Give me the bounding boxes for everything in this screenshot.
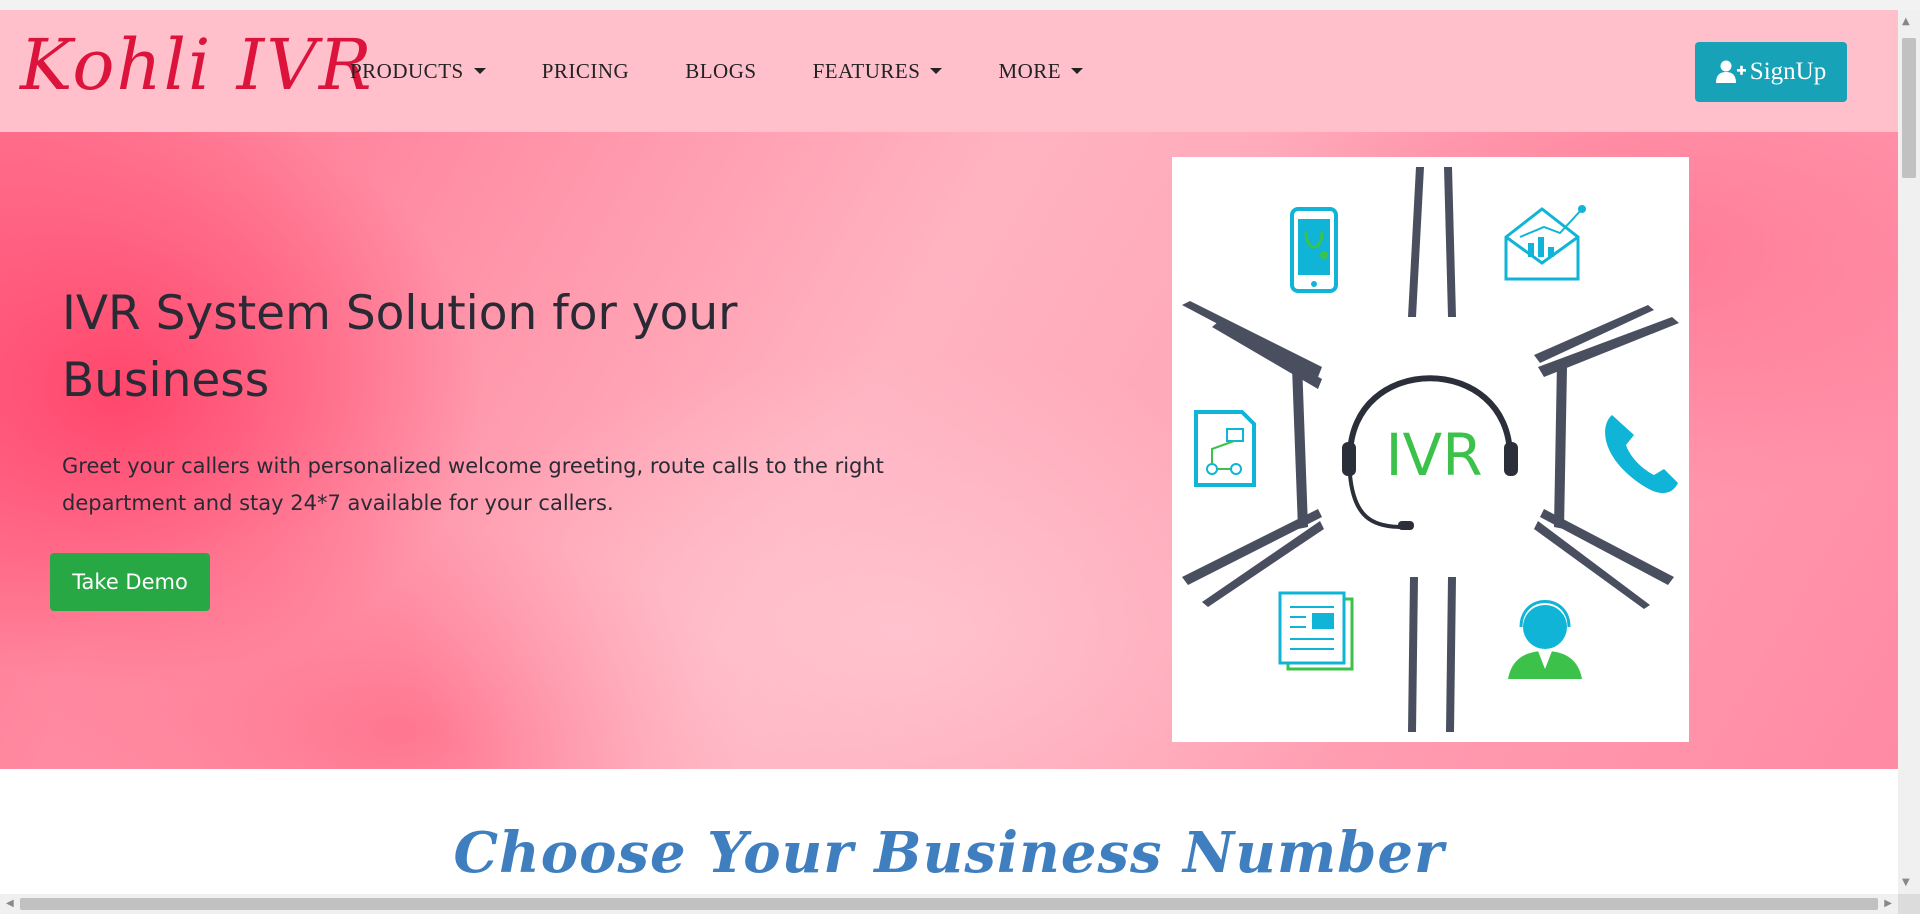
ivr-illustration: IVR xyxy=(1172,157,1689,742)
scroll-down-icon[interactable]: ▼ xyxy=(1902,877,1910,888)
nav-menu: PRODUCTS PRICING BLOGS FEATURES MORE xyxy=(350,10,1139,132)
caret-down-icon xyxy=(1071,68,1084,74)
brand-logo[interactable]: Kohli IVR xyxy=(20,30,374,100)
take-demo-button[interactable]: Take Demo xyxy=(50,553,210,611)
caret-down-icon xyxy=(930,68,943,74)
scroll-left-icon[interactable]: ◀ xyxy=(6,898,14,909)
user-plus-icon xyxy=(1715,60,1746,83)
hero-subtitle: Greet your callers with personalized wel… xyxy=(62,454,884,515)
nav-item-label: MORE xyxy=(998,58,1062,83)
section-heading: Choose Your Business Number xyxy=(453,820,1445,886)
ivr-text: IVR xyxy=(1385,421,1482,489)
newspaper-icon xyxy=(1278,591,1354,671)
nav-item-label: PRICING xyxy=(541,58,630,83)
scrollbar-corner xyxy=(1898,894,1920,914)
support-agent-icon xyxy=(1508,600,1582,679)
mobile-stethoscope-icon xyxy=(1290,207,1338,293)
scroll-thumb[interactable] xyxy=(20,898,1878,910)
nav-item-label: FEATURES xyxy=(812,58,921,83)
mail-chart-icon xyxy=(1504,205,1586,281)
caret-down-icon xyxy=(473,68,486,74)
browser-top-strip xyxy=(0,0,1920,10)
nav-item-pricing[interactable]: PRICING xyxy=(542,59,630,84)
nav-item-label: PRODUCTS xyxy=(350,58,464,83)
horizontal-scrollbar[interactable]: ◀ ▶ xyxy=(0,894,1898,914)
hero-section: IVR System Solution for your Business Gr… xyxy=(0,132,1898,769)
scroll-thumb[interactable] xyxy=(1902,38,1916,178)
nav-item-label: BLOGS xyxy=(685,58,757,83)
vertical-scrollbar[interactable]: ▲ ▼ xyxy=(1898,10,1920,894)
nav-item-more[interactable]: MORE xyxy=(998,58,1084,84)
signup-button[interactable]: SignUp xyxy=(1695,42,1847,102)
hero-title: IVR System Solution for your Business xyxy=(62,286,738,408)
nav-item-products[interactable]: PRODUCTS xyxy=(350,59,486,84)
scroll-right-icon[interactable]: ▶ xyxy=(1884,898,1892,909)
scroll-up-icon[interactable]: ▲ xyxy=(1902,16,1910,27)
document-flow-icon xyxy=(1194,410,1256,487)
nav-item-blogs[interactable]: BLOGS xyxy=(685,59,756,84)
phone-icon xyxy=(1605,415,1678,494)
navbar: Kohli IVR PRODUCTS PRICING BLOGS FEATURE… xyxy=(0,10,1898,132)
nav-item-features[interactable]: FEATURES xyxy=(813,59,943,84)
signup-label: SignUp xyxy=(1749,58,1827,85)
